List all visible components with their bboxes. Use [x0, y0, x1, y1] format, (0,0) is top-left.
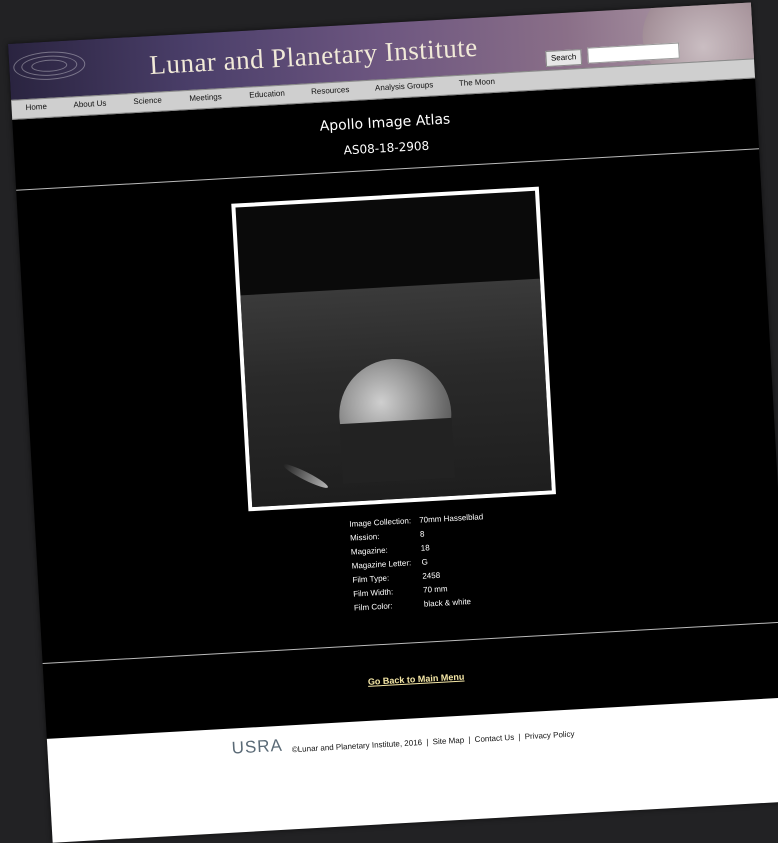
detail-value: 70 mm	[422, 584, 448, 595]
footer-link-site-map[interactable]: Site Map	[432, 736, 464, 747]
detail-value: 2458	[422, 570, 441, 581]
nav-item-education[interactable]: Education	[249, 89, 285, 100]
footer-text: ©Lunar and Planetary Institute, 2016 | S…	[292, 729, 575, 754]
footer: USRA ©Lunar and Planetary Institute, 201…	[46, 697, 778, 843]
detail-value: 18	[420, 543, 430, 553]
footer-link-contact-us[interactable]: Contact Us	[474, 733, 514, 744]
back-to-main-menu-link[interactable]: Go Back to Main Menu	[44, 653, 778, 705]
nav-item-analysis-groups[interactable]: Analysis Groups	[375, 80, 434, 92]
separator: |	[518, 732, 521, 742]
nav-item-science[interactable]: Science	[133, 96, 162, 107]
detail-value: 8	[419, 529, 425, 539]
separator: |	[468, 735, 471, 745]
divider	[42, 621, 778, 665]
apollo-photo[interactable]	[231, 186, 556, 512]
footer-link-privacy-policy[interactable]: Privacy Policy	[524, 729, 574, 741]
detail-label: Film Color:	[353, 601, 393, 613]
usra-logo[interactable]: USRA	[231, 736, 283, 759]
site-title[interactable]: Lunar and Planetary Institute	[149, 32, 479, 81]
nav-item-home[interactable]: Home	[25, 102, 47, 112]
detail-value: G	[421, 557, 429, 567]
nav-item-the-moon[interactable]: The Moon	[459, 77, 495, 88]
nav-item-resources[interactable]: Resources	[311, 85, 350, 96]
image-details: Image Collection: 70mm Hasselblad Missio…	[349, 510, 488, 615]
nav-item-about-us[interactable]: About Us	[73, 99, 106, 110]
earth-shadow-graphic	[339, 417, 455, 484]
separator: |	[426, 737, 429, 747]
copyright-text: ©Lunar and Planetary Institute, 2016	[291, 737, 423, 755]
page-sheet: Lunar and Planetary Institute Search Hom…	[8, 2, 778, 843]
detail-value: black & white	[423, 597, 472, 609]
nav-item-meetings[interactable]: Meetings	[189, 92, 222, 103]
search-button[interactable]: Search	[545, 49, 583, 67]
